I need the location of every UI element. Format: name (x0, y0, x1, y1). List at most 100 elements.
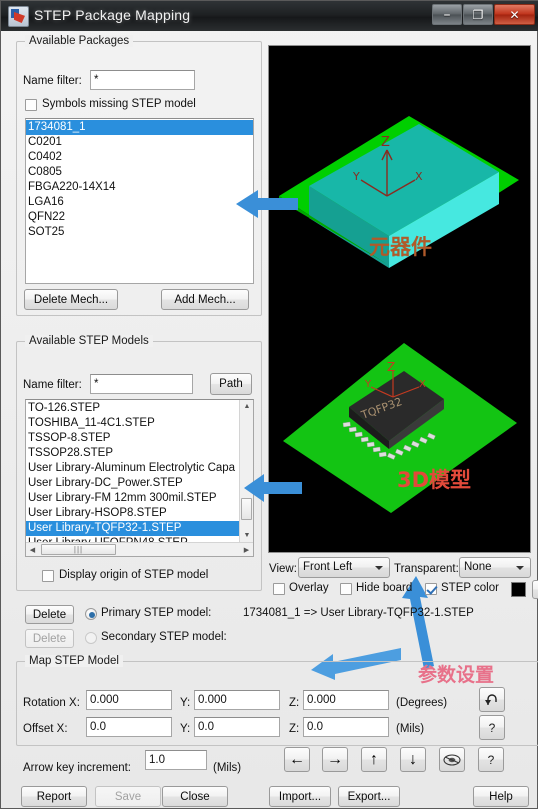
step-list-horizontal-scrollbar[interactable]: ◀ ||| ▶ (26, 542, 253, 556)
help-footer-button[interactable]: Help (473, 786, 529, 807)
minimize-icon: – (443, 6, 451, 23)
available-step-models-list[interactable]: TO-126.STEP TOSHIBA_11-4C1.STEP TSSOP-8.ST… (25, 399, 254, 557)
list-item[interactable]: TSSOP-8.STEP (26, 431, 239, 446)
mouse-icon (443, 753, 461, 766)
close-button[interactable]: ✕ (494, 4, 535, 25)
delete-secondary-button: Delete (25, 629, 74, 648)
map-step-model-title: Map STEP Model (25, 655, 123, 667)
map-help-button[interactable]: ? (479, 715, 505, 740)
save-button: Save (95, 786, 161, 807)
list-item[interactable]: LGA16 (26, 195, 253, 210)
arrow-help-button[interactable]: ? (478, 747, 504, 772)
arrow-key-increment-input[interactable]: 1.0 (145, 750, 207, 770)
secondary-step-model-label: Secondary STEP model: (101, 631, 227, 643)
rotation-y-input[interactable]: 0.000 (194, 690, 280, 710)
delete-primary-button[interactable]: Delete (25, 605, 74, 624)
reset-rotation-button[interactable] (479, 687, 505, 712)
hide-board-checkbox[interactable] (340, 583, 352, 595)
step-color-swatch[interactable] (511, 582, 526, 597)
list-item[interactable]: C0402 (26, 150, 253, 165)
undo-arrow-icon (485, 693, 497, 705)
available-step-models-title: Available STEP Models (25, 335, 153, 347)
offset-y-label: Y: (180, 723, 191, 735)
list-item[interactable]: QFN22 (26, 210, 253, 225)
delete-mech-button[interactable]: Delete Mech... (24, 289, 118, 310)
svg-text:Z: Z (387, 360, 395, 374)
maximize-button[interactable]: ❐ (463, 4, 493, 25)
list-item[interactable]: User Library-FM 12mm 300mil.STEP (26, 491, 239, 506)
rotation-z-label: Z: (289, 697, 300, 709)
maximize-icon: ❐ (472, 7, 484, 22)
available-packages-list[interactable]: 1734081_1 C0201 C0402 C0805 FBGA220-14X14 LGA… (25, 118, 254, 284)
export-button[interactable]: Export... (338, 786, 400, 807)
rotation-x-label: Rotation X: (23, 697, 80, 709)
step-package-icon (8, 6, 29, 27)
transparent-label: Transparent: (394, 563, 459, 575)
step-package-mapping-dialog: STEP Package Mapping – ❐ ✕ Available Pac… (0, 0, 538, 809)
package-name-filter-input[interactable]: * (90, 70, 195, 90)
svg-text:X: X (419, 379, 426, 390)
add-mech-button[interactable]: Add Mech... (161, 289, 249, 310)
secondary-step-model-radio[interactable] (85, 632, 97, 644)
list-item[interactable]: C0805 (26, 165, 253, 180)
chevron-down-icon (375, 565, 383, 570)
list-item[interactable]: FBGA220-14X14 (26, 180, 253, 195)
view-dropdown[interactable]: Front Left (298, 557, 390, 578)
horizontal-scroll-thumb[interactable]: ||| (41, 544, 116, 555)
nudge-up-button[interactable]: ↑ (361, 747, 387, 772)
chevron-down-icon (516, 565, 524, 570)
rotation-x-input[interactable]: 0.000 (86, 690, 172, 710)
arrow-down-icon: ↓ (409, 750, 417, 768)
package-name-filter-label: Name filter: (23, 75, 82, 87)
transparent-dropdown[interactable]: None (459, 557, 531, 578)
primary-step-model-radio[interactable] (85, 608, 97, 620)
overlay-checkbox[interactable] (273, 583, 285, 595)
offset-z-input[interactable]: 0.0 (303, 717, 389, 737)
hide-board-label: Hide board (356, 582, 413, 594)
report-button[interactable]: Report (21, 786, 87, 807)
display-origin-label: Display origin of STEP model (59, 569, 209, 581)
3d-preview-viewport[interactable]: Z Y X 元器件 Z Y X TQFP32 3D模型 (268, 45, 531, 553)
nudge-right-button[interactable]: → (322, 747, 348, 772)
list-item[interactable]: User Library-Aluminum Electrolytic Capa (26, 461, 239, 476)
scroll-down-icon[interactable]: ▼ (240, 529, 253, 542)
rotation-units-label: (Degrees) (396, 697, 448, 709)
display-origin-checkbox[interactable] (42, 570, 54, 582)
step-color-checkbox[interactable] (425, 583, 437, 595)
minimize-button[interactable]: – (432, 4, 462, 25)
offset-y-input[interactable]: 0.0 (194, 717, 280, 737)
arrow-key-increment-label: Arrow key increment: (23, 762, 132, 774)
list-item[interactable]: User Library-TQFP32-1.STEP (26, 521, 239, 536)
offset-x-label: Offset X: (23, 723, 68, 735)
offset-x-input[interactable]: 0.0 (86, 717, 172, 737)
nudge-down-button[interactable]: ↓ (400, 747, 426, 772)
scroll-left-icon[interactable]: ◀ (26, 543, 39, 556)
list-item[interactable]: TOSHIBA_11-4C1.STEP (26, 416, 239, 431)
list-item[interactable]: TO-126.STEP (26, 401, 239, 416)
close-icon: ✕ (509, 7, 520, 22)
scroll-right-icon[interactable]: ▶ (240, 543, 253, 556)
path-button[interactable]: Path (210, 373, 252, 395)
list-item[interactable]: TSSOP28.STEP (26, 446, 239, 461)
list-item[interactable]: User Library-DC_Power.STEP (26, 476, 239, 491)
arrow-up-icon: ↑ (370, 750, 378, 768)
close-footer-button[interactable]: Close (162, 786, 228, 807)
list-item[interactable]: 1734081_1 (26, 120, 253, 135)
scroll-up-icon[interactable]: ▲ (240, 400, 253, 413)
list-item[interactable]: C0201 (26, 135, 253, 150)
arrow-key-increment-units: (Mils) (213, 762, 242, 774)
mouse-mode-button[interactable] (439, 747, 465, 772)
list-item[interactable]: User Library-HSOP8.STEP (26, 506, 239, 521)
step-color-more-button[interactable] (532, 580, 538, 599)
nudge-left-button[interactable]: ← (284, 747, 310, 772)
rotation-y-label: Y: (180, 697, 191, 709)
view-label: View: (269, 563, 297, 575)
step-name-filter-input[interactable]: * (90, 374, 193, 394)
question-mark-icon: ? (488, 720, 496, 735)
offset-units-label: (Mils) (396, 723, 425, 735)
symbols-missing-step-model-checkbox[interactable] (25, 99, 37, 111)
import-button[interactable]: Import... (269, 786, 331, 807)
rotation-z-input[interactable]: 0.000 (303, 690, 389, 710)
title-bar[interactable]: STEP Package Mapping – ❐ ✕ (1, 1, 538, 31)
list-item[interactable]: SOT25 (26, 225, 253, 240)
